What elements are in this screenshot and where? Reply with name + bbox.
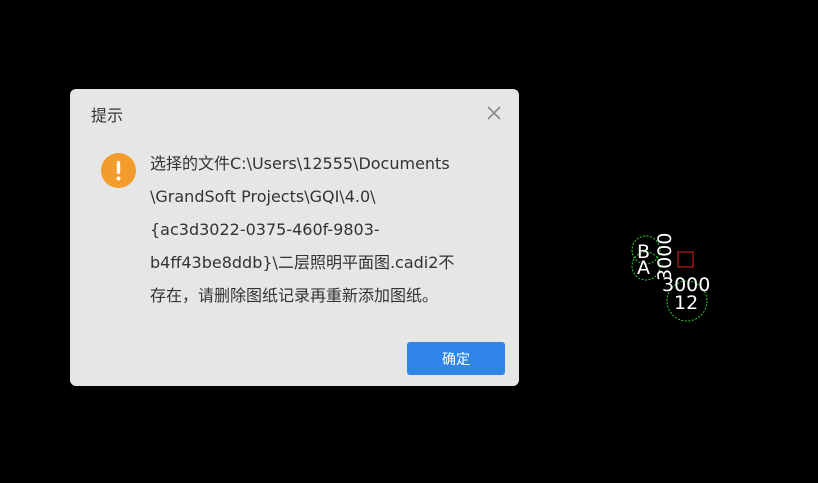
message-line: 存在，请删除图纸记录再重新添加图纸。: [150, 286, 439, 305]
message-line: \GrandSoft Projects\GQI\4.0\: [150, 187, 376, 206]
alert-dialog: 提示 选择的文件C:\Users\12555\Documents \GrandS…: [70, 89, 519, 386]
close-button[interactable]: [483, 102, 505, 124]
close-icon: [487, 106, 501, 120]
cad-drawing: B A 3000 3000 12: [631, 233, 710, 322]
axis-label-12: 12: [674, 292, 698, 314]
dialog-title: 提示: [91, 106, 124, 125]
message-line: 选择的文件C:\Users\12555\Documents: [150, 154, 450, 173]
exclamation-icon: [101, 153, 136, 188]
column-marker: [677, 251, 694, 268]
axis-label-a: A: [637, 257, 650, 279]
message-line: {ac3d3022-0375-460f-9803-: [150, 220, 380, 239]
dialog-message: 选择的文件C:\Users\12555\Documents \GrandSoft…: [150, 147, 485, 312]
ok-button[interactable]: 确定: [407, 342, 505, 375]
cad-drawing-canvas[interactable]: B A 3000 3000 12 提示 选择的文件C:\Users\12555\…: [0, 0, 818, 483]
message-line: b4ff43be8ddb}\二层照明平面图.cadi2不: [150, 253, 455, 272]
